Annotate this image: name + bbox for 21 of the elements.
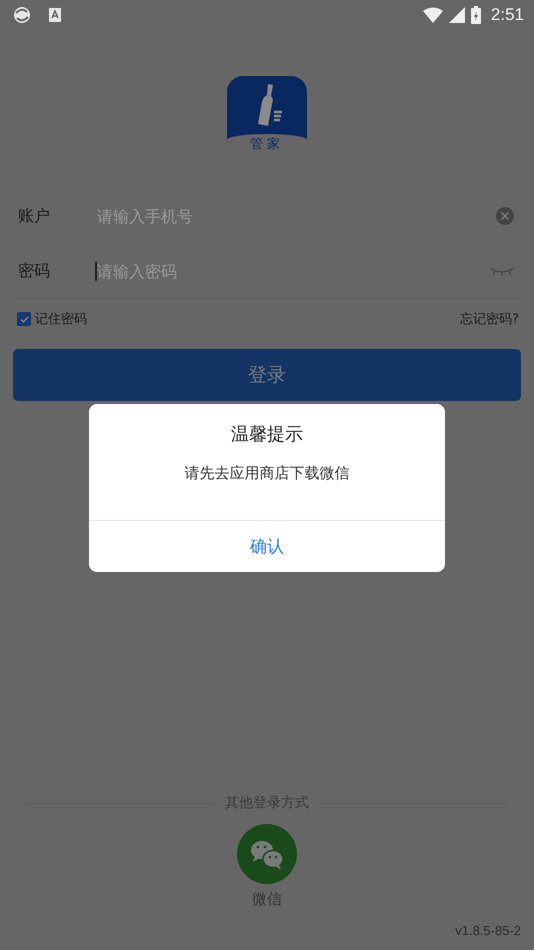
confirm-button[interactable]: 确认 (89, 520, 445, 572)
battery-icon (470, 6, 481, 24)
signal-icon (448, 7, 465, 23)
check-icon (20, 314, 28, 324)
dialog-message: 请先去应用商店下载微信 (184, 464, 350, 483)
status-time: 2:51 (490, 5, 524, 25)
sync-icon (12, 5, 32, 25)
wifi-icon (422, 7, 443, 23)
version-text: v1.8.5-85-2 (455, 923, 521, 938)
chat-bubbles-icon[interactable] (237, 824, 297, 884)
dialog-title: 温馨提示 (231, 423, 303, 446)
closed-eye-icon[interactable] (489, 265, 515, 277)
field-label: 账户 (18, 206, 51, 226)
remember-label: 记住密码 (35, 311, 87, 328)
clear-icon[interactable] (495, 206, 515, 226)
text-icon (48, 7, 62, 23)
remember-checkbox[interactable] (17, 312, 31, 326)
login-button[interactable]: 登录 (13, 349, 521, 401)
logo-caption: 管家 (227, 134, 307, 156)
field-label: 密码 (18, 260, 51, 282)
forgot-password-link[interactable]: 忘记密码? (460, 310, 519, 328)
